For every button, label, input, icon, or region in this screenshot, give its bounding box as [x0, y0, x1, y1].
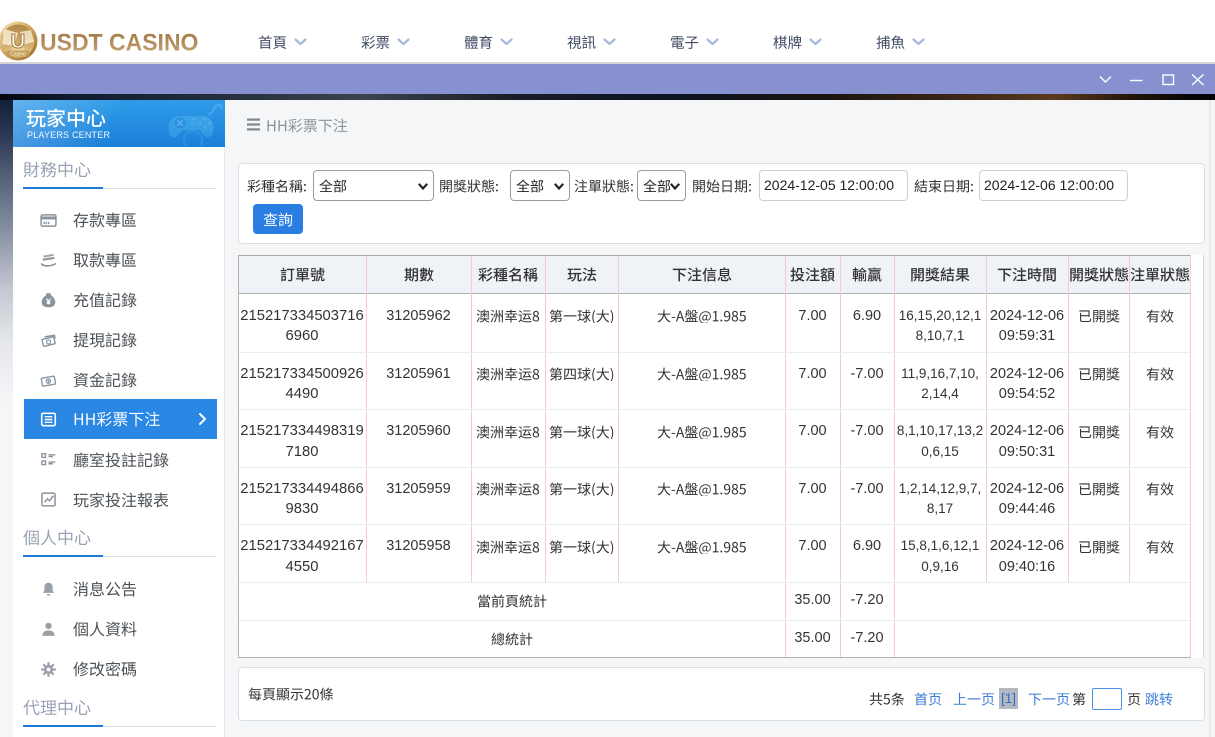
svg-text:U: U [11, 31, 25, 53]
svg-text:Casino: Casino [10, 51, 26, 57]
